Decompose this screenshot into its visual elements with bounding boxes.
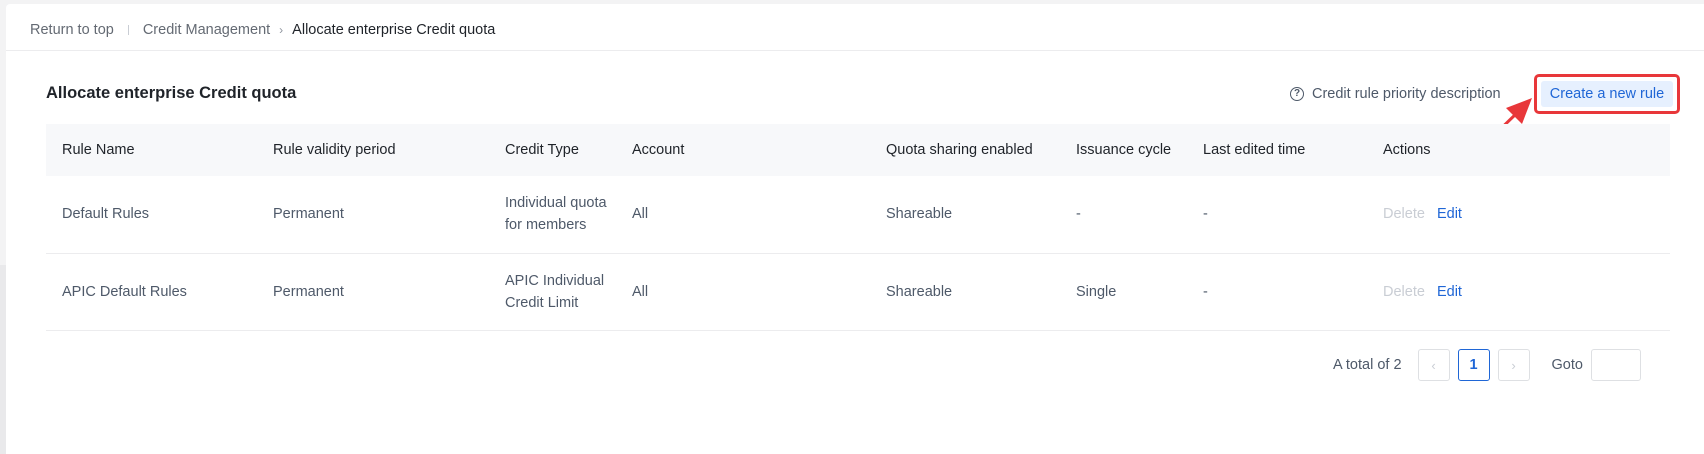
cell-rule-name: APIC Default Rules [62, 283, 187, 300]
chevron-right-icon: › [279, 23, 284, 37]
main-panel: Return to top Credit Management › Alloca… [6, 4, 1704, 454]
create-new-rule-button[interactable]: Create a new rule [1541, 81, 1673, 107]
cell-credit-type: Individual quota for members [489, 176, 616, 253]
goto-input[interactable] [1590, 349, 1641, 381]
question-circle-icon: ? [1290, 87, 1304, 101]
pagination: A total of 2 ‹ 1 › Goto [1333, 348, 1641, 382]
create-rule-highlight: Create a new rule [1534, 74, 1680, 114]
breadcrumb-return-link[interactable]: Return to top [30, 22, 114, 38]
delete-button[interactable]: Delete [1383, 284, 1425, 300]
cell-account: All [632, 206, 649, 223]
edit-button[interactable]: Edit [1437, 284, 1462, 300]
cell-cycle: Single [1076, 283, 1117, 300]
header-rule-name: Rule Name [62, 142, 135, 158]
table-row: APIC Default Rules Permanent APIC Indivi… [46, 253, 1670, 330]
table-header-row: Rule Name Rule validity period Credit Ty… [46, 124, 1670, 176]
cell-actions: Delete Edit [1367, 176, 1670, 253]
delete-button[interactable]: Delete [1383, 206, 1425, 222]
rules-table: Rule Name Rule validity period Credit Ty… [46, 124, 1670, 331]
cell-account: All [632, 283, 649, 300]
header-actions: Actions [1383, 142, 1431, 158]
credit-type-line: Individual quota [505, 195, 607, 212]
chevron-left-icon: ‹ [1431, 357, 1436, 373]
cell-sharing: Shareable [886, 206, 953, 223]
header-credit-type: Credit Type [505, 142, 579, 158]
header-cycle: Issuance cycle [1076, 142, 1172, 158]
credit-type-line: APIC Individual [505, 272, 605, 289]
edit-button[interactable]: Edit [1437, 206, 1462, 222]
cell-last-edited: - [1203, 283, 1208, 300]
page-number-button[interactable]: 1 [1457, 349, 1490, 381]
cell-sharing: Shareable [886, 283, 953, 300]
cell-credit-type: APIC Individual Credit Limit [489, 253, 616, 330]
cell-last-edited: - [1203, 206, 1208, 223]
credit-type-line: for members [505, 217, 587, 234]
header-sharing: Quota sharing enabled [886, 142, 1033, 158]
breadcrumb: Return to top Credit Management › Alloca… [30, 18, 495, 42]
next-page-button[interactable]: › [1497, 349, 1530, 381]
table-row: Default Rules Permanent Individual quota… [46, 176, 1670, 253]
goto-label: Goto [1551, 357, 1583, 373]
breadcrumb-separator [127, 25, 129, 35]
chevron-right-icon: › [1511, 357, 1516, 373]
credit-type-line: Credit Limit [505, 294, 579, 311]
header-validity: Rule validity period [273, 142, 396, 158]
header-account: Account [632, 142, 685, 158]
header-last-edited: Last edited time [1203, 142, 1306, 158]
total-count: A total of 2 [1333, 357, 1402, 373]
cell-cycle: - [1076, 206, 1081, 223]
breadcrumb-credit-management[interactable]: Credit Management [143, 22, 270, 38]
cell-actions: Delete Edit [1367, 253, 1670, 330]
header-divider [6, 50, 1704, 51]
page-title: Allocate enterprise Credit quota [46, 84, 297, 102]
prev-page-button[interactable]: ‹ [1417, 349, 1450, 381]
cell-rule-name: Default Rules [62, 206, 150, 223]
cell-validity: Permanent [273, 206, 344, 223]
breadcrumb-current: Allocate enterprise Credit quota [292, 22, 496, 38]
cell-validity: Permanent [273, 283, 344, 300]
